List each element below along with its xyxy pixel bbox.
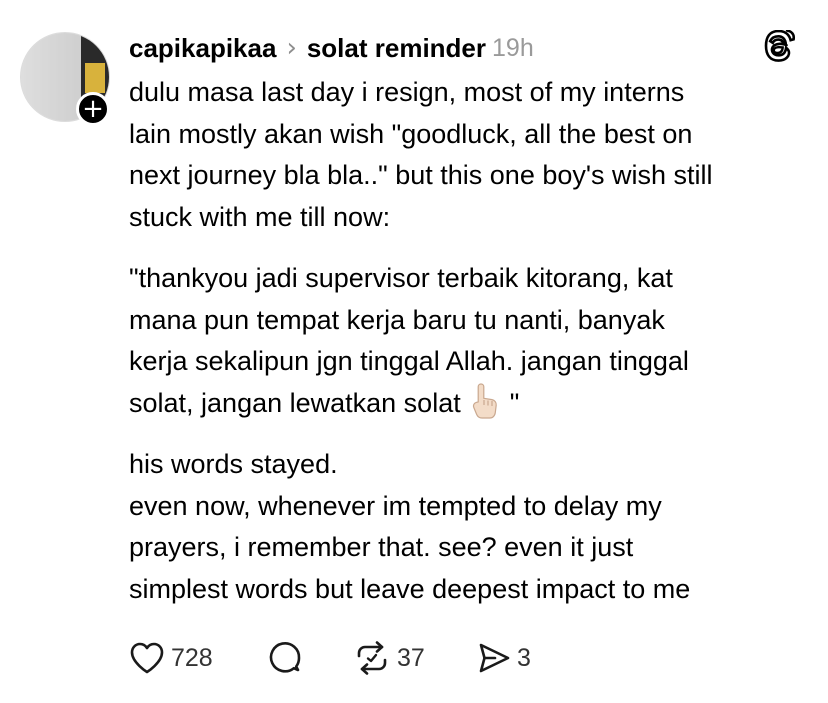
text-line: simplest words but leave deepest impact … bbox=[129, 573, 691, 604]
share-button[interactable]: 3 bbox=[477, 636, 531, 680]
username[interactable]: capikapikaa bbox=[129, 33, 276, 64]
topic-tag[interactable]: solat reminder bbox=[307, 33, 486, 64]
avatar-photo-part bbox=[21, 33, 81, 121]
text-line: next journey bla bla.." but this one boy… bbox=[129, 160, 713, 190]
paragraph: "thankyou jadi supervisor terbaik kitora… bbox=[129, 258, 819, 424]
thread-post: + capikapikaa › solat reminder 19h dulu … bbox=[0, 0, 828, 703]
repost-button[interactable]: 37 bbox=[353, 636, 425, 680]
action-bar: 728 37 3 bbox=[129, 636, 729, 680]
threads-logo-icon[interactable] bbox=[762, 30, 796, 64]
text-line: his words stayed. bbox=[129, 449, 338, 479]
text-line: "thankyou jadi supervisor terbaik kitora… bbox=[129, 263, 673, 293]
text-line: stuck with me till now: bbox=[129, 201, 391, 232]
text-line: mana pun tempat kerja baru tu nanti, ban… bbox=[129, 304, 665, 335]
text-line: dulu masa last day i resign, most of my … bbox=[129, 77, 685, 107]
repost-count: 37 bbox=[397, 643, 425, 672]
text-line: kerja sekalipun jgn tinggal Allah. janga… bbox=[129, 346, 689, 376]
heart-icon bbox=[130, 642, 164, 674]
send-icon bbox=[479, 643, 510, 673]
like-button[interactable]: 728 bbox=[129, 636, 213, 680]
paragraph: dulu masa last day i resign, most of my … bbox=[129, 72, 819, 238]
share-count: 3 bbox=[517, 643, 531, 672]
paragraph: his words stayed. even now, whenever im … bbox=[129, 444, 819, 610]
quote-mark: " bbox=[509, 387, 520, 418]
plus-icon: + bbox=[82, 94, 104, 124]
post-body: dulu masa last day i resign, most of my … bbox=[129, 72, 819, 610]
timestamp: 19h bbox=[492, 33, 534, 62]
comment-button[interactable] bbox=[267, 636, 309, 680]
text-line: solat, jangan lewatkan solat bbox=[129, 387, 461, 418]
post-header: capikapikaa › solat reminder 19h bbox=[129, 30, 534, 66]
index-pointing-up-emoji bbox=[473, 383, 498, 419]
comment-icon bbox=[269, 642, 301, 673]
repost-icon bbox=[357, 641, 387, 675]
like-count: 728 bbox=[171, 643, 213, 672]
avatar-container[interactable]: + bbox=[20, 32, 110, 126]
text-line: prayers, i remember that. see? even it j… bbox=[129, 532, 634, 562]
avatar-photo-part bbox=[85, 63, 105, 93]
text-line: even now, whenever im tempted to delay m… bbox=[129, 490, 662, 521]
text-line: lain mostly akan wish "goodluck, all the… bbox=[129, 118, 693, 149]
follow-button[interactable]: + bbox=[76, 92, 110, 126]
chevron-right-icon: › bbox=[286, 33, 297, 63]
